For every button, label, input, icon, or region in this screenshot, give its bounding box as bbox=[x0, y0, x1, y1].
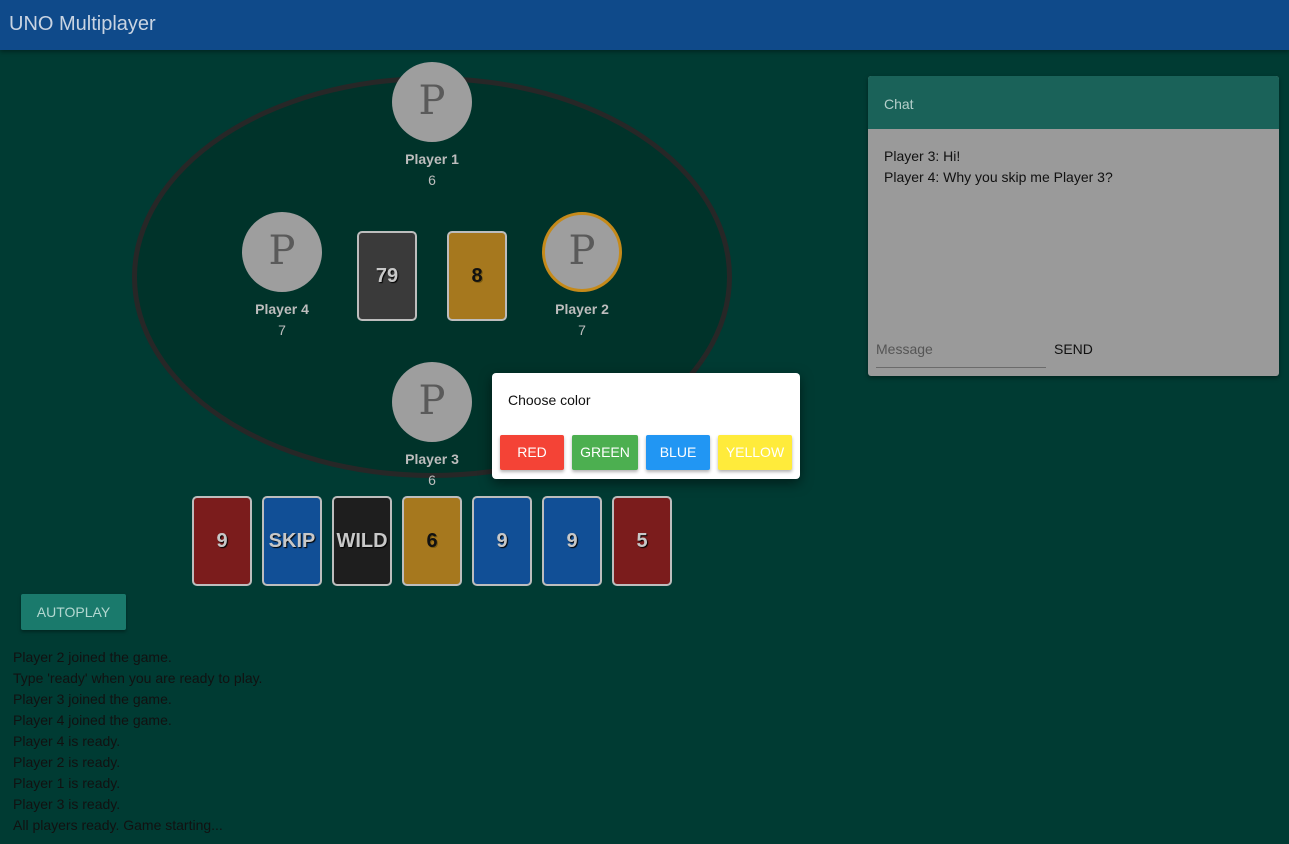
player-4-avatar: P bbox=[242, 212, 322, 292]
hand-card[interactable]: WILD bbox=[332, 496, 392, 586]
autoplay-button[interactable]: AUTOPLAY bbox=[21, 594, 126, 630]
red-button[interactable]: RED bbox=[500, 435, 564, 470]
send-button[interactable]: SEND bbox=[1054, 341, 1093, 357]
app-bar: UNO Multiplayer bbox=[0, 0, 1289, 50]
log-line: All players ready. Game starting... bbox=[13, 817, 223, 833]
app-title: UNO Multiplayer bbox=[9, 13, 156, 35]
chat-message: Player 3: Hi! bbox=[884, 148, 961, 164]
player-4-name: Player 4 bbox=[255, 301, 309, 317]
chat-panel: Chat Player 3: Hi! Player 4: Why you ski… bbox=[868, 76, 1279, 376]
green-button[interactable]: GREEN bbox=[572, 435, 638, 470]
player-3-card-count: 6 bbox=[428, 472, 436, 488]
message-placeholder: Message bbox=[876, 341, 933, 357]
message-input[interactable]: Message bbox=[876, 338, 1046, 368]
hand-card[interactable]: 9 bbox=[192, 496, 252, 586]
player-4-card-count: 7 bbox=[278, 322, 286, 338]
log-line: Player 4 is ready. bbox=[13, 733, 121, 749]
log-line: Player 2 is ready. bbox=[13, 754, 121, 770]
hand-card[interactable]: 9 bbox=[542, 496, 602, 586]
log-line: Player 4 joined the game. bbox=[13, 712, 172, 728]
hand-card[interactable]: SKIP bbox=[262, 496, 322, 586]
log-line: Player 3 joined the game. bbox=[13, 691, 172, 707]
player-2-name: Player 2 bbox=[555, 301, 609, 317]
player-3-avatar: P bbox=[392, 362, 472, 442]
yellow-button[interactable]: YELLOW bbox=[718, 435, 792, 470]
log-line: Type 'ready' when you are ready to play. bbox=[13, 670, 263, 686]
blue-button[interactable]: BLUE bbox=[646, 435, 710, 470]
log-line: Player 3 is ready. bbox=[13, 796, 121, 812]
player-1-name: Player 1 bbox=[405, 151, 459, 167]
chat-title: Chat bbox=[884, 96, 914, 112]
player-3-name: Player 3 bbox=[405, 451, 459, 467]
chat-header: Chat bbox=[868, 76, 1279, 129]
choose-color-dialog: Choose color RED GREEN BLUE YELLOW bbox=[492, 373, 800, 479]
chat-message: Player 4: Why you skip me Player 3? bbox=[884, 169, 1113, 185]
hand-card[interactable]: 9 bbox=[472, 496, 532, 586]
log-line: Player 1 is ready. bbox=[13, 775, 121, 791]
game-log: Player 2 joined the game. Type 'ready' w… bbox=[13, 649, 262, 838]
discard-pile: 8 bbox=[447, 231, 507, 321]
hand-card[interactable]: 5 bbox=[612, 496, 672, 586]
dialog-title: Choose color bbox=[508, 392, 591, 408]
draw-pile[interactable]: 79 bbox=[357, 231, 417, 321]
log-line: Player 2 joined the game. bbox=[13, 649, 172, 665]
player-1-card-count: 6 bbox=[428, 172, 436, 188]
hand-card[interactable]: 6 bbox=[402, 496, 462, 586]
player-2-avatar: P bbox=[542, 212, 622, 292]
player-2-card-count: 7 bbox=[578, 322, 586, 338]
player-1-avatar: P bbox=[392, 62, 472, 142]
